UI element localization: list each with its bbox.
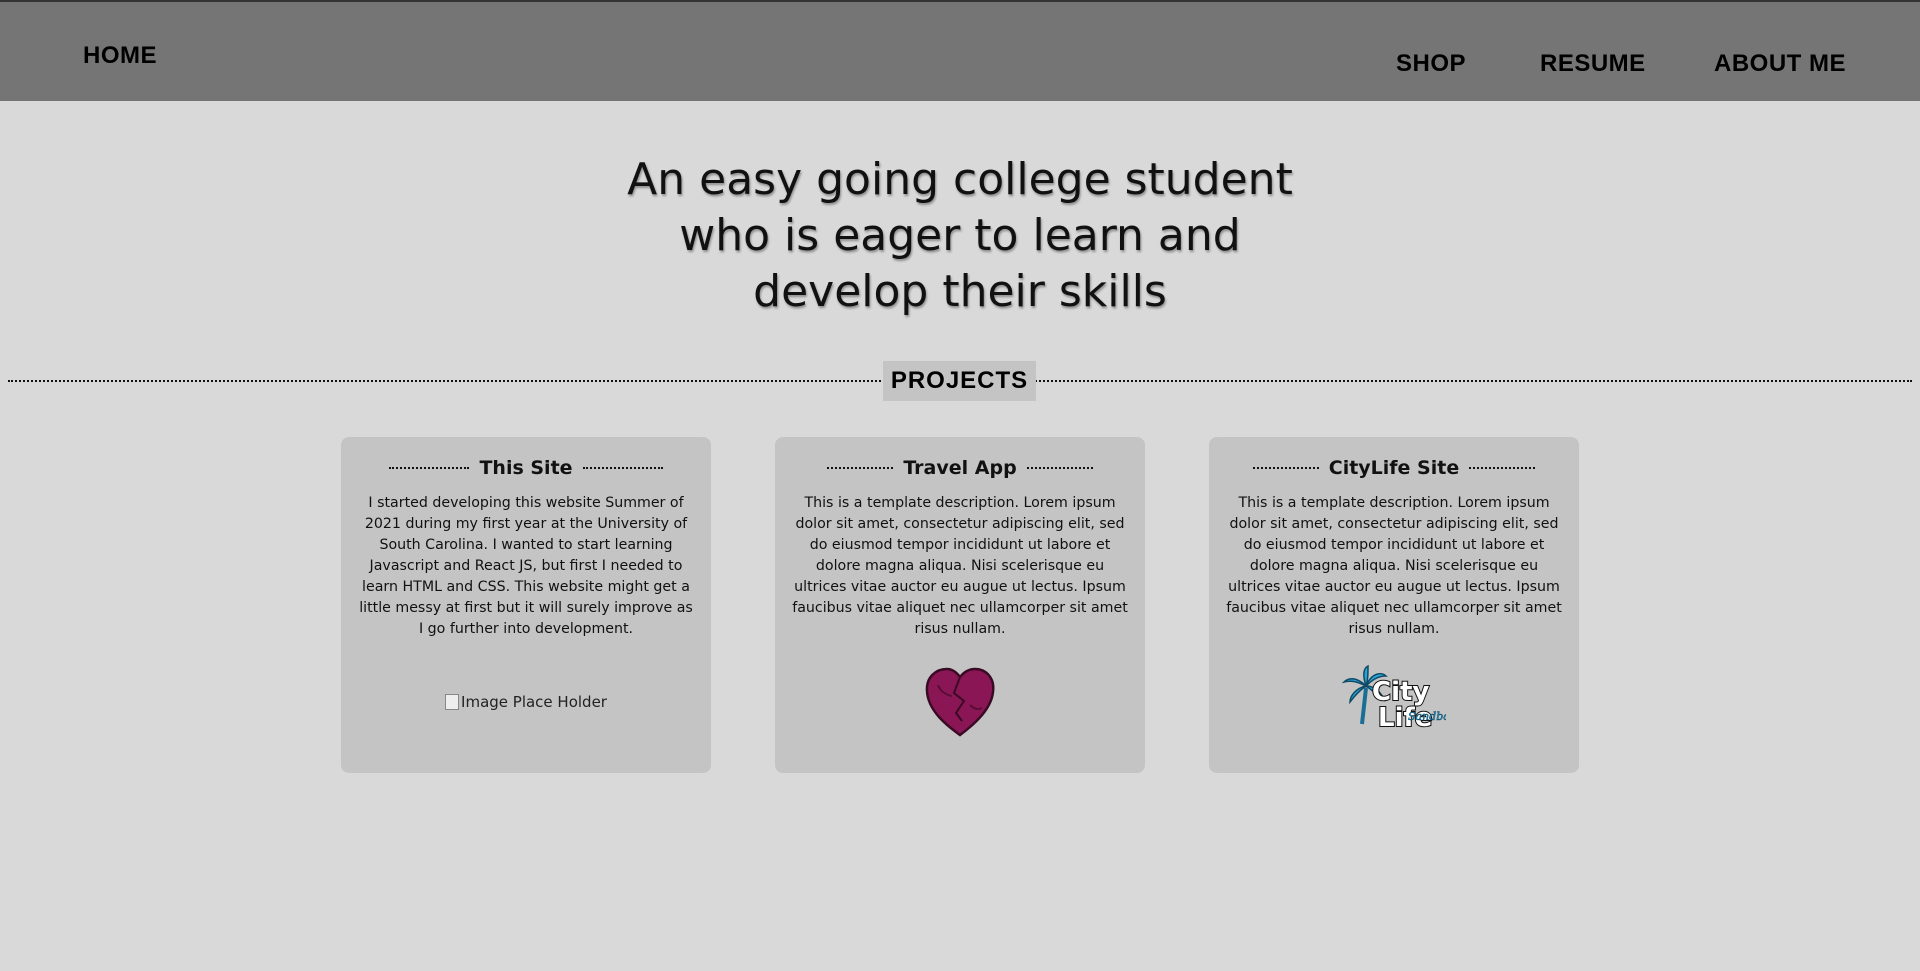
card-title: CityLife Site — [1328, 457, 1460, 479]
nav-about-link[interactable]: ABOUT ME — [1714, 50, 1846, 78]
hero-tagline: An easy going college student who is eag… — [560, 152, 1360, 320]
title-divider-left — [827, 467, 894, 469]
card-image: City Life Sandbox — [1209, 663, 1579, 741]
navbar: HOME SHOP RESUME ABOUT ME — [0, 0, 1920, 101]
title-divider-left — [1252, 467, 1319, 469]
project-card-travel-app[interactable]: Travel App This is a template descriptio… — [775, 437, 1145, 773]
card-image: Image Place Holder — [341, 663, 711, 741]
card-description: I started developing this website Summer… — [359, 495, 693, 637]
image-placeholder: Image Place Holder — [445, 693, 607, 711]
nav-resume-link[interactable]: RESUME — [1540, 50, 1646, 78]
projects-heading: PROJECTS — [883, 361, 1036, 401]
card-title-row: CityLife Site — [1209, 453, 1579, 483]
project-card-this-site[interactable]: This Site I started developing this webs… — [341, 437, 711, 773]
card-title-row: Travel App — [775, 453, 1145, 483]
card-title: Travel App — [903, 457, 1017, 479]
nav-home-link[interactable]: HOME — [83, 42, 157, 70]
hero-line-1: An easy going college student — [627, 154, 1293, 205]
svg-text:Sandbox: Sandbox — [1408, 710, 1446, 723]
nav-shop-link[interactable]: SHOP — [1396, 50, 1466, 78]
broken-heart-icon — [925, 667, 995, 737]
hero-line-2: who is eager to learn and — [679, 210, 1241, 261]
title-divider-right — [582, 467, 663, 469]
title-divider-right — [1026, 467, 1093, 469]
broken-image-icon — [445, 694, 460, 710]
card-title: This Site — [479, 457, 573, 479]
image-alt-text: Image Place Holder — [461, 693, 607, 711]
hero-line-3: develop their skills — [753, 266, 1167, 317]
card-description: This is a template description. Lorem ip… — [792, 495, 1128, 637]
card-description: This is a template description. Lorem ip… — [1226, 495, 1562, 637]
project-card-citylife-site[interactable]: CityLife Site This is a template descrip… — [1209, 437, 1579, 773]
title-divider-left — [389, 467, 470, 469]
title-divider-right — [1469, 467, 1536, 469]
citylife-logo: City Life Sandbox — [1342, 664, 1446, 734]
card-image — [775, 663, 1145, 741]
card-title-row: This Site — [341, 453, 711, 483]
